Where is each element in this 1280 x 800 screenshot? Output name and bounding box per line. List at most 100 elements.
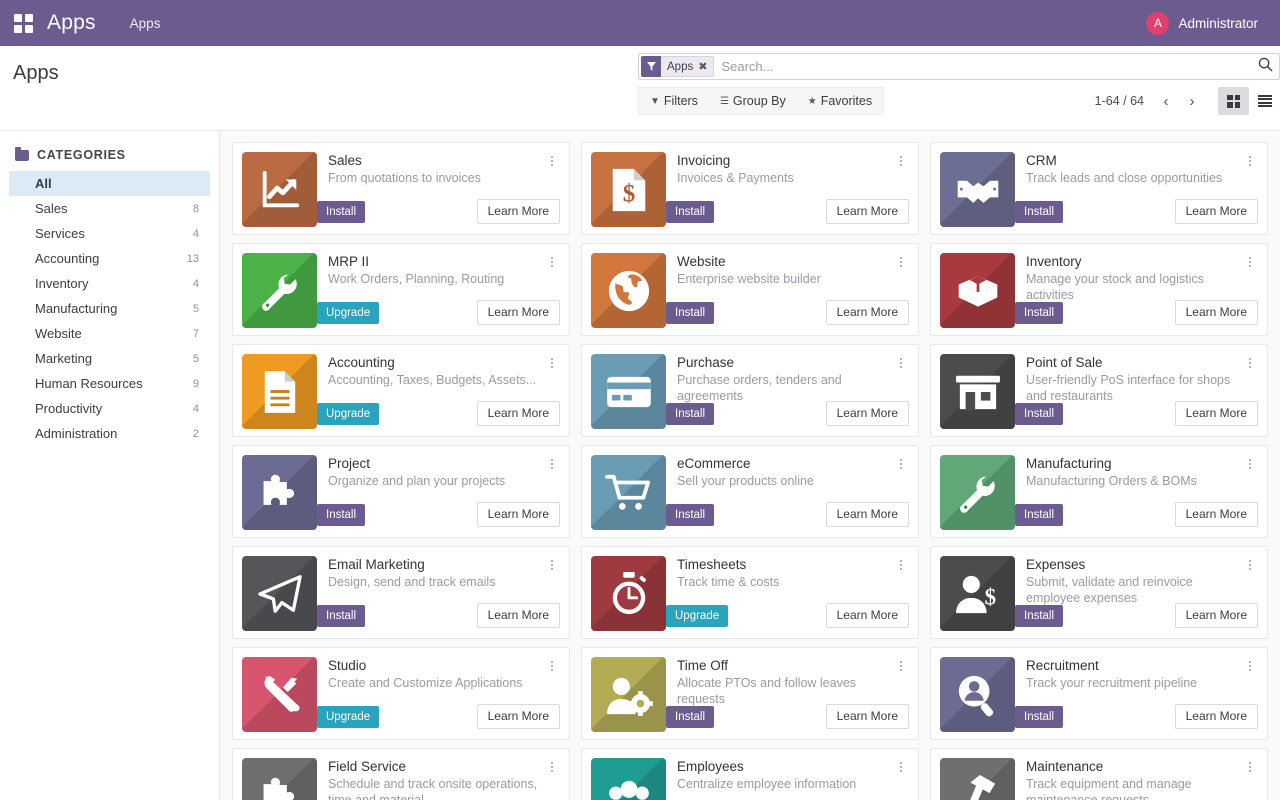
kebab-menu-icon[interactable] [894, 455, 908, 473]
sidebar-item-administration[interactable]: Administration 2 [9, 421, 210, 446]
app-name[interactable]: Accounting [328, 354, 560, 371]
kebab-menu-icon[interactable] [894, 354, 908, 372]
learn-more-button[interactable]: Learn More [1174, 603, 1258, 628]
view-kanban-button[interactable] [1218, 87, 1249, 115]
install-button[interactable]: Install [317, 604, 366, 627]
learn-more-button[interactable]: Learn More [476, 603, 560, 628]
app-card[interactable]: Point of Sale User-friendly PoS interface… [930, 344, 1268, 437]
app-card[interactable]: Employees Centralize employee information… [581, 748, 919, 800]
app-card[interactable]: Sales From quotations to invoices Install L… [232, 142, 570, 235]
app-card[interactable]: Recruitment Track your recruitment pipeli… [930, 647, 1268, 740]
install-button[interactable]: Install [666, 503, 715, 526]
sidebar-item-human-resources[interactable]: Human Resources 9 [9, 371, 210, 396]
app-name[interactable]: Website [677, 253, 909, 270]
kebab-menu-icon[interactable] [545, 657, 559, 675]
learn-more-button[interactable]: Learn More [1174, 401, 1258, 426]
app-name[interactable]: Recruitment [1026, 657, 1258, 674]
search-bar[interactable]: Apps ✖ [638, 53, 1280, 80]
kebab-menu-icon[interactable] [1243, 758, 1257, 776]
learn-more-button[interactable]: Learn More [476, 401, 560, 426]
sidebar-item-accounting[interactable]: Accounting 13 [9, 246, 210, 271]
learn-more-button[interactable]: Learn More [476, 199, 560, 224]
learn-more-button[interactable]: Learn More [825, 704, 909, 729]
learn-more-button[interactable]: Learn More [476, 502, 560, 527]
user-name[interactable]: Administrator [1178, 16, 1258, 31]
app-name[interactable]: Sales [328, 152, 560, 169]
kebab-menu-icon[interactable] [545, 152, 559, 170]
learn-more-button[interactable]: Learn More [825, 401, 909, 426]
install-button[interactable]: Install [1015, 301, 1064, 324]
kebab-menu-icon[interactable] [894, 253, 908, 271]
group-by-button[interactable]: ☰ Group By [709, 88, 797, 114]
app-name[interactable]: eCommerce [677, 455, 909, 472]
app-name[interactable]: Email Marketing [328, 556, 560, 573]
kebab-menu-icon[interactable] [545, 455, 559, 473]
app-name[interactable]: Expenses [1026, 556, 1258, 573]
kebab-menu-icon[interactable] [1243, 152, 1257, 170]
install-button[interactable]: Install [317, 200, 366, 223]
kebab-menu-icon[interactable] [545, 758, 559, 776]
app-card[interactable]: Timesheets Track time & costs Upgrade Learn… [581, 546, 919, 639]
sidebar-item-all[interactable]: All [9, 171, 210, 196]
sidebar-item-services[interactable]: Services 4 [9, 221, 210, 246]
search-input[interactable] [714, 59, 1254, 74]
kebab-menu-icon[interactable] [894, 758, 908, 776]
app-name[interactable]: Project [328, 455, 560, 472]
app-card[interactable]: Email Marketing Design, send and track em… [232, 546, 570, 639]
kebab-menu-icon[interactable] [1243, 253, 1257, 271]
app-name[interactable]: Employees [677, 758, 909, 775]
app-name[interactable]: CRM [1026, 152, 1258, 169]
install-button[interactable]: Install [1015, 604, 1064, 627]
sidebar-item-inventory[interactable]: Inventory 4 [9, 271, 210, 296]
upgrade-button[interactable]: Upgrade [317, 301, 380, 324]
app-card[interactable]: Project Organize and plan your projects In… [232, 445, 570, 538]
filters-button[interactable]: ▼ Filters [639, 88, 709, 114]
learn-more-button[interactable]: Learn More [825, 199, 909, 224]
kebab-menu-icon[interactable] [1243, 354, 1257, 372]
close-icon[interactable]: ✖ [698, 60, 707, 73]
install-button[interactable]: Install [1015, 402, 1064, 425]
learn-more-button[interactable]: Learn More [825, 300, 909, 325]
app-name[interactable]: Time Off [677, 657, 909, 674]
install-button[interactable]: Install [1015, 200, 1064, 223]
install-button[interactable]: Install [666, 301, 715, 324]
install-button[interactable]: Install [666, 402, 715, 425]
app-name[interactable]: Invoicing [677, 152, 909, 169]
learn-more-button[interactable]: Learn More [825, 603, 909, 628]
grid-apps-icon[interactable] [14, 13, 33, 33]
navbar-brand[interactable]: Apps [47, 11, 96, 35]
kebab-menu-icon[interactable] [894, 152, 908, 170]
pager-count[interactable]: 1-64 / 64 [1095, 94, 1144, 108]
sidebar-item-sales[interactable]: Sales 8 [9, 196, 210, 221]
sidebar-item-productivity[interactable]: Productivity 4 [9, 396, 210, 421]
navbar-user-area[interactable]: A Administrator [1146, 11, 1266, 35]
install-button[interactable]: Install [1015, 503, 1064, 526]
learn-more-button[interactable]: Learn More [476, 300, 560, 325]
app-name[interactable]: Inventory [1026, 253, 1258, 270]
upgrade-button[interactable]: Upgrade [317, 402, 380, 425]
app-card[interactable]: Field Service Schedule and track onsite o… [232, 748, 570, 800]
install-button[interactable]: Install [1015, 705, 1064, 728]
kebab-menu-icon[interactable] [1243, 657, 1257, 675]
app-name[interactable]: MRP II [328, 253, 560, 270]
view-list-button[interactable] [1249, 87, 1280, 115]
app-name[interactable]: Point of Sale [1026, 354, 1258, 371]
search-facet-apps[interactable]: Apps ✖ [641, 56, 715, 77]
app-card[interactable]: MRP II Work Orders, Planning, Routing Upgr… [232, 243, 570, 336]
kebab-menu-icon[interactable] [545, 253, 559, 271]
app-card[interactable]: Studio Create and Customize Applications U… [232, 647, 570, 740]
learn-more-button[interactable]: Learn More [1174, 199, 1258, 224]
kebab-menu-icon[interactable] [1243, 556, 1257, 574]
app-name[interactable]: Field Service [328, 758, 560, 775]
avatar[interactable]: A [1146, 11, 1170, 35]
favorites-button[interactable]: ★ Favorites [797, 88, 883, 114]
learn-more-button[interactable]: Learn More [1174, 300, 1258, 325]
app-card[interactable]: Time Off Allocate PTOs and follow leaves … [581, 647, 919, 740]
install-button[interactable]: Install [666, 200, 715, 223]
pager-previous-button[interactable]: ‹ [1154, 88, 1178, 114]
learn-more-button[interactable]: Learn More [1174, 502, 1258, 527]
app-card[interactable]: CRM Track leads and close opportunities In… [930, 142, 1268, 235]
navbar-menu-apps[interactable]: Apps [130, 16, 161, 31]
app-name[interactable]: Timesheets [677, 556, 909, 573]
app-name[interactable]: Purchase [677, 354, 909, 371]
